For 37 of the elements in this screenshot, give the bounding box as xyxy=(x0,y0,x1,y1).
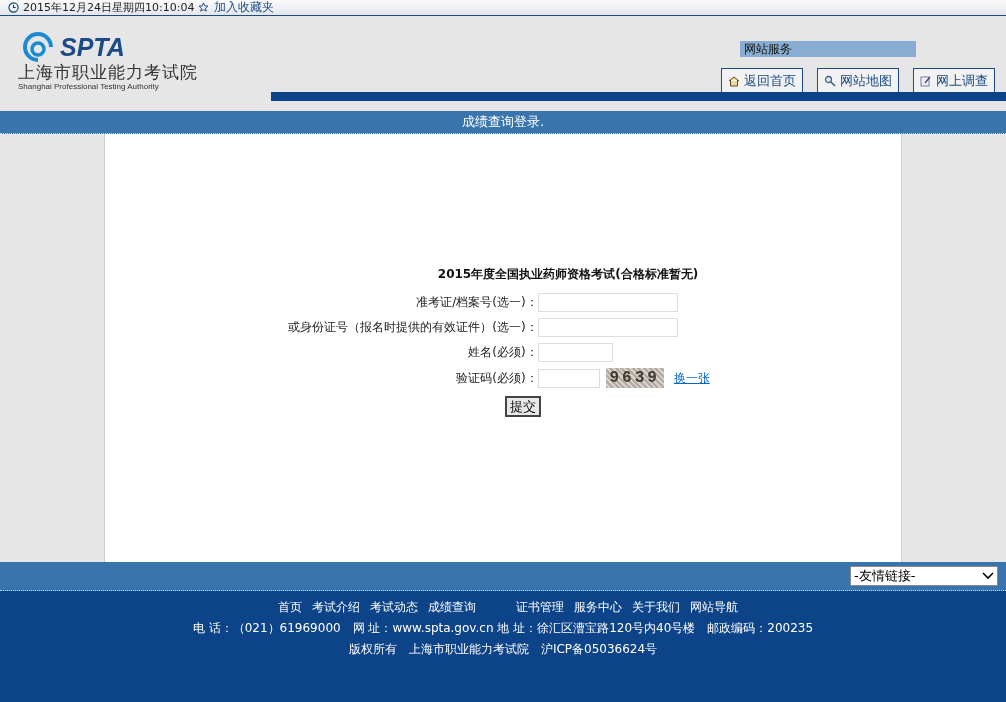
footer-link[interactable]: 首页 xyxy=(278,599,302,616)
input-field[interactable] xyxy=(537,368,600,388)
services-title: 网站服务 xyxy=(740,41,916,57)
field-label: 准考证/档案号(选一)： xyxy=(415,294,538,311)
footer-link[interactable]: 网站导航 xyxy=(690,599,738,616)
footer-link[interactable]: 服务中心 xyxy=(574,599,622,616)
nav-button[interactable]: 网上调查 xyxy=(913,68,995,92)
house-icon xyxy=(728,74,740,87)
submit-button[interactable]: 提交 xyxy=(505,396,541,417)
refresh-captcha-link[interactable]: 换一张 xyxy=(669,369,714,387)
chevron-down-icon xyxy=(982,572,994,580)
bookmark-link[interactable]: 加入收藏夹 xyxy=(214,0,275,16)
input-field[interactable] xyxy=(537,318,678,337)
input-field[interactable] xyxy=(537,343,613,362)
field-label: 姓名(必须)： xyxy=(467,344,538,361)
organization-name-english: Shanghai Professional Testing Authority xyxy=(18,82,160,91)
contact-info: 电 话：（021）61969000 网 址：www.spta.gov.cn 地 址：徐汇区漕宝路120号内40号楼 邮政编码：200235 xyxy=(192,620,814,637)
friend-links-dropdown[interactable]: -友情链接- xyxy=(850,566,998,586)
footer-link[interactable]: 成绩查询 xyxy=(428,599,476,616)
field-label: 验证码(必须)： xyxy=(455,369,538,387)
copyright-text: 版权所有 上海市职业能力考试院 沪ICP备05036624号 xyxy=(348,641,658,658)
logo-text: SPTA xyxy=(60,32,125,62)
nav-button[interactable]: 网站地图 xyxy=(817,68,899,92)
footer-link[interactable]: 证书管理 xyxy=(516,599,564,616)
footer-link[interactable]: 考试动态 xyxy=(370,599,418,616)
form-title: 2015年度全国执业药师资格考试(合格标准暂无) xyxy=(437,266,699,283)
footer-link[interactable]: 关于我们 xyxy=(632,599,680,616)
captcha-image: 9639 xyxy=(605,368,664,388)
date-time: 2015年12月24日星期四10:10:04 xyxy=(23,0,195,15)
input-field[interactable] xyxy=(537,293,678,312)
pencil-note-icon xyxy=(920,74,932,87)
search-icon xyxy=(824,74,836,87)
organization-name: 上海市职业能力考试院 xyxy=(18,62,198,82)
field-label: 或身份证号（报名时提供的有效证件）(选一)： xyxy=(288,319,538,336)
footer-link[interactable]: 考试介绍 xyxy=(312,599,360,616)
nav-button[interactable]: 返回首页 xyxy=(721,68,803,92)
banner-title: 成绩查询登录. xyxy=(461,114,545,129)
